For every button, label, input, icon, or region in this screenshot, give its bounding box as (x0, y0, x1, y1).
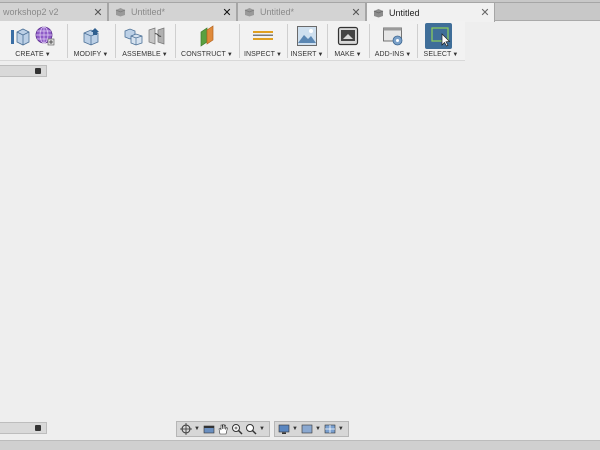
browser-panel-header[interactable] (0, 65, 47, 77)
addins-menu[interactable]: ADD-INS▼ (370, 21, 416, 61)
close-icon[interactable]: ✕ (221, 6, 233, 19)
modify-label: MODIFY (73, 51, 102, 58)
insert-label: INSERT (290, 51, 317, 58)
tab-untitled-1[interactable]: Untitled* ✕ (108, 2, 237, 21)
construct-label: CONSTRUCT (181, 51, 226, 58)
tab-label: Untitled (389, 7, 420, 18)
status-bar (0, 440, 600, 450)
close-icon[interactable]: ✕ (350, 6, 362, 19)
insert-image-icon[interactable] (296, 25, 318, 47)
panel-collapse-icon[interactable] (35, 425, 41, 431)
grid-snaps-icon[interactable] (301, 423, 313, 435)
new-component-icon[interactable] (122, 25, 144, 47)
close-icon[interactable]: ✕ (479, 6, 491, 19)
zoom-icon[interactable] (231, 423, 243, 435)
tab-bar-empty-area (495, 2, 600, 19)
sketch-box-icon[interactable] (10, 25, 32, 47)
tab-untitled-2[interactable]: Untitled* ✕ (237, 2, 366, 21)
tab-untitled-active[interactable]: Untitled ✕ (366, 2, 495, 22)
dropdown-arrow-icon[interactable]: ▼ (259, 426, 265, 432)
create-label: CREATE (15, 51, 44, 58)
insert-menu[interactable]: INSERT▼ (288, 21, 326, 61)
pan-hand-icon[interactable] (217, 423, 229, 435)
viewports-icon[interactable] (324, 423, 336, 435)
dropdown-arrow-icon[interactable]: ▼ (292, 426, 298, 432)
zoom-window-icon[interactable] (245, 423, 257, 435)
measure-icon[interactable] (252, 25, 274, 47)
dropdown-arrow-icon: ▼ (276, 52, 283, 58)
look-at-icon[interactable] (203, 423, 215, 435)
select-cursor-icon[interactable] (430, 25, 452, 47)
select-menu[interactable]: SELECT▼ (418, 21, 464, 61)
assemble-label: ASSEMBLE (122, 51, 161, 58)
dropdown-arrow-icon: ▼ (226, 52, 233, 58)
assemble-menu[interactable]: ASSEMBLE▼ (116, 21, 174, 61)
design-canvas[interactable] (0, 80, 600, 418)
create-menu[interactable]: CREATE▼ (0, 21, 66, 61)
panel-collapse-icon[interactable] (35, 68, 41, 74)
press-pull-icon[interactable] (80, 25, 102, 47)
dropdown-arrow-icon: ▼ (161, 52, 168, 58)
document-icon (115, 8, 126, 17)
navigation-toolbar: ▼ ▼ (176, 421, 270, 437)
document-icon (244, 8, 255, 17)
3d-print-icon[interactable] (337, 25, 359, 47)
dropdown-arrow-icon: ▼ (405, 52, 412, 58)
scripts-addins-icon[interactable] (382, 25, 404, 47)
modify-menu[interactable]: MODIFY▼ (68, 21, 114, 61)
sphere-grid-icon[interactable] (34, 25, 56, 47)
tab-label: Untitled* (260, 7, 295, 17)
inspect-menu[interactable]: INSPECT▼ (240, 21, 286, 61)
dropdown-arrow-icon: ▼ (102, 52, 109, 58)
main-toolbar: CREATE▼ MODIFY▼ ASSEMBLE▼ CONSTRUCT▼ INS… (0, 21, 465, 61)
display-settings-icon[interactable] (278, 423, 290, 435)
timeline-panel-header[interactable] (0, 422, 47, 434)
construct-menu[interactable]: CONSTRUCT▼ (176, 21, 238, 61)
document-tab-bar: workshop2 v2 ✕ Untitled* ✕ Untitled* ✕ U… (0, 0, 600, 22)
dropdown-arrow-icon[interactable]: ▼ (315, 426, 321, 432)
display-settings-toolbar: ▼ ▼ ▼ (274, 421, 349, 437)
dropdown-arrow-icon: ▼ (317, 52, 324, 58)
tab-workshop2[interactable]: workshop2 v2 ✕ (0, 2, 108, 21)
dropdown-arrow-icon[interactable]: ▼ (338, 426, 344, 432)
addins-label: ADD-INS (374, 51, 405, 58)
dropdown-arrow-icon[interactable]: ▼ (194, 426, 200, 432)
joint-icon[interactable] (146, 25, 168, 47)
orbit-icon[interactable] (180, 423, 192, 435)
dropdown-arrow-icon: ▼ (452, 52, 459, 58)
close-icon[interactable]: ✕ (92, 6, 104, 19)
offset-plane-icon[interactable] (196, 25, 218, 47)
make-menu[interactable]: MAKE▼ (328, 21, 368, 61)
inspect-label: INSPECT (243, 51, 275, 58)
tab-label: workshop2 v2 (3, 7, 59, 17)
dropdown-arrow-icon: ▼ (355, 52, 362, 58)
tab-label: Untitled* (131, 7, 166, 17)
dropdown-arrow-icon: ▼ (44, 52, 51, 58)
make-label: MAKE (334, 51, 355, 58)
select-label: SELECT (423, 51, 452, 58)
document-icon (373, 8, 384, 17)
